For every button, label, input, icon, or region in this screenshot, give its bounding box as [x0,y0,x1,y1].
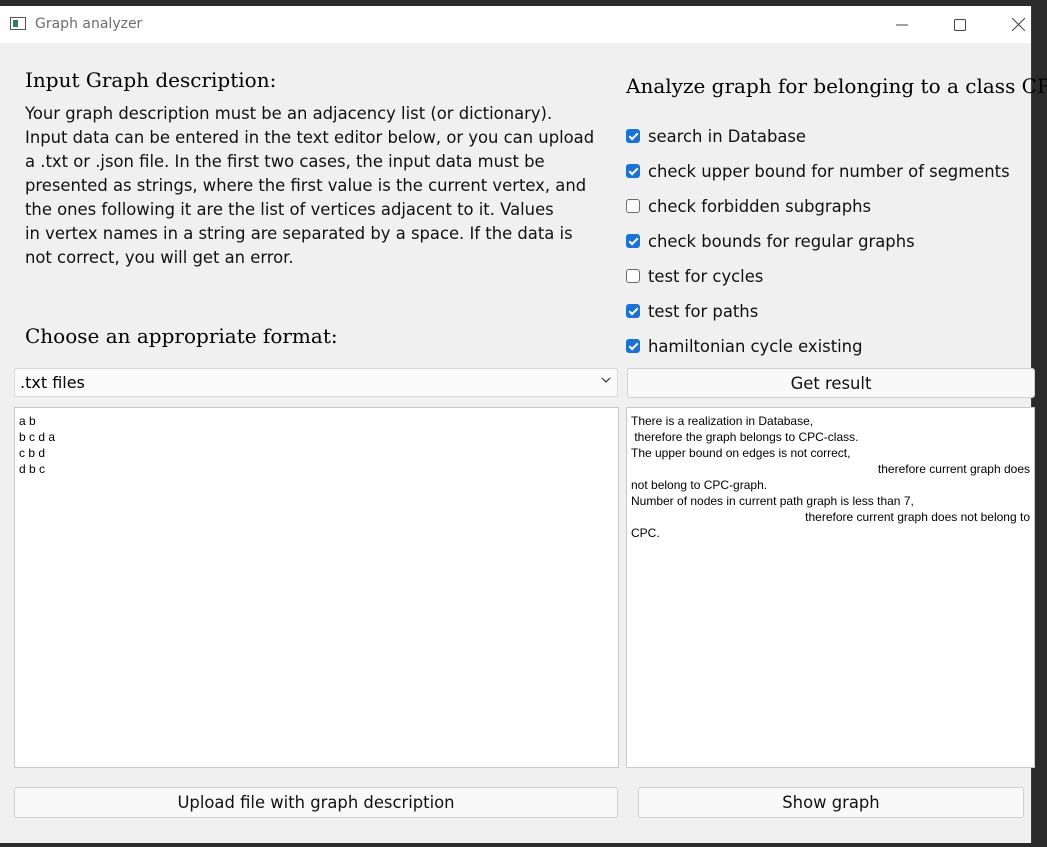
result-line: There is a realization in Database, [631,414,814,428]
option-test-paths[interactable]: test for paths [626,299,758,323]
result-line: Number of nodes in current path graph is… [631,494,914,508]
maximize-button[interactable] [931,6,989,43]
checkbox[interactable] [626,129,640,143]
result-line: not belong to CPC-graph. [631,478,768,492]
format-select-value: .txt files [20,373,85,392]
checkbox[interactable] [626,199,640,213]
graph-input-editor[interactable]: a b b c d a c b d d b c [14,407,619,768]
input-heading: Input Graph description: [25,68,277,92]
result-line: CPC. [631,526,660,540]
maximize-icon [954,18,966,31]
analyze-heading: Analyze graph for belonging to a class C… [626,74,1047,98]
app-icon [10,17,26,30]
close-icon [1011,18,1025,31]
result-line: therefore the graph belongs to CPC-class… [631,430,859,444]
minimize-button[interactable] [873,6,931,43]
checkbox[interactable] [626,164,640,178]
checkbox[interactable] [626,304,640,318]
show-graph-button[interactable]: Show graph [638,787,1024,818]
title-bar[interactable]: Graph analyzer [0,6,1031,43]
minimize-icon [896,24,908,25]
checkbox[interactable] [626,269,640,283]
close-button[interactable] [989,6,1047,43]
option-label: test for cycles [648,266,764,286]
option-upper-bound-segments[interactable]: check upper bound for number of segments [626,159,1010,183]
option-label: test for paths [648,301,759,321]
app-window: Graph analyzer Input Graph description: … [0,6,1047,843]
result-output[interactable]: There is a realization in Database, ther… [626,407,1035,768]
option-search-database[interactable]: search in Database [626,124,806,148]
option-forbidden-subgraphs[interactable]: check forbidden subgraphs [626,194,871,218]
option-label: check upper bound for number of segments [648,161,1010,181]
option-hamiltonian-cycle[interactable]: hamiltonian cycle existing [626,334,862,358]
get-result-button[interactable]: Get result [627,368,1035,398]
option-label: hamiltonian cycle existing [648,336,863,356]
result-line: therefore current graph does not belong … [805,510,1030,524]
editor-line: d b c [19,462,46,476]
option-label: check bounds for regular graphs [648,231,915,251]
result-line: therefore current graph does [877,462,1030,476]
editor-line: c b d [19,446,46,460]
chevron-down-icon [601,377,611,383]
format-heading: Choose an appropriate format: [25,324,338,348]
editor-line: b c d a [19,430,56,444]
input-description: Your graph description must be an adjace… [25,104,595,267]
option-regular-graph-bounds[interactable]: check bounds for regular graphs [626,229,915,253]
editor-line: a b [19,414,36,428]
checkbox[interactable] [626,339,640,353]
checkbox[interactable] [626,234,640,248]
result-line: The upper bound on edges is not correct, [631,446,851,460]
option-label: check forbidden subgraphs [648,196,872,216]
upload-file-button[interactable]: Upload file with graph description [14,787,618,818]
option-test-cycles[interactable]: test for cycles [626,264,763,288]
format-select[interactable]: .txt files [14,368,618,397]
option-label: search in Database [648,126,807,146]
window-title: Graph analyzer [35,16,143,32]
